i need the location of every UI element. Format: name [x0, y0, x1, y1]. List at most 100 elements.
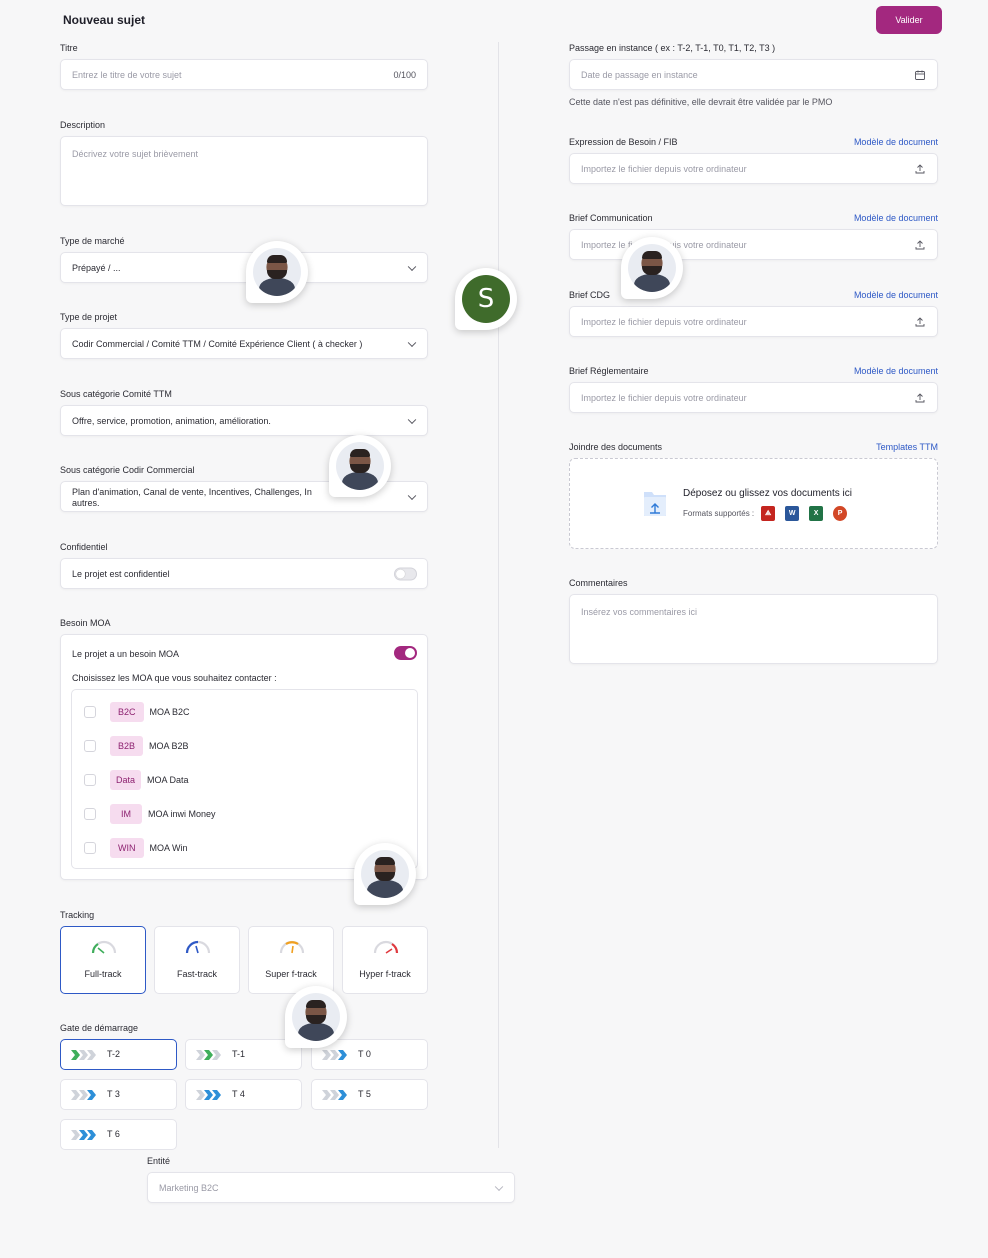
gate-option-t6[interactable]: T 6: [60, 1119, 177, 1150]
besoin-moa-label: Besoin MOA: [60, 618, 111, 628]
template-link-fib[interactable]: Modèle de document: [854, 137, 938, 147]
commentaires-textarea[interactable]: Insérez vos commentaires ici: [569, 594, 938, 664]
upload-placeholder: Importez le fichier depuis votre ordinat…: [581, 317, 747, 327]
sous-cat-codir-label: Sous catégorie Codir Commercial: [60, 465, 195, 475]
moa-checkbox[interactable]: [84, 842, 96, 854]
excel-icon: X: [809, 506, 824, 521]
besoin-moa-panel: Le projet a un besoin MOA Choisissez les…: [60, 634, 428, 880]
titre-input[interactable]: Entrez le titre de votre sujet 0/100: [60, 59, 428, 90]
confidentiel-label: Confidentiel: [60, 542, 108, 552]
collaborator-avatar[interactable]: [329, 435, 391, 497]
collaborator-avatar-initial[interactable]: S: [455, 268, 517, 330]
besoin-moa-toggle[interactable]: [394, 646, 417, 660]
chevron-down-icon: [407, 415, 417, 424]
gate-option-t-2[interactable]: T-2: [60, 1039, 177, 1070]
moa-list: B2C MOA B2C B2B MOA B2B Data MOA Data IM…: [71, 689, 418, 869]
upload-field-cdg[interactable]: Importez le fichier depuis votre ordinat…: [569, 306, 938, 337]
upload-label-communication: Brief Communication: [569, 213, 653, 223]
upload-icon[interactable]: [915, 163, 925, 174]
moa-item-b2b[interactable]: B2B MOA B2B: [84, 736, 189, 756]
gate-label: Gate de démarrage: [60, 1023, 139, 1033]
moa-item-b2c[interactable]: B2C MOA B2C: [84, 702, 190, 722]
moa-item-win[interactable]: WIN MOA Win: [84, 838, 188, 858]
sous-cat-codir-value-line2: autres.: [72, 498, 100, 508]
collaborator-avatar[interactable]: [246, 241, 308, 303]
entite-label: Entité: [147, 1156, 171, 1166]
moa-checkbox[interactable]: [84, 740, 96, 752]
chevrons-icon: [71, 1090, 96, 1100]
moa-checkbox[interactable]: [84, 706, 96, 718]
file-dropzone[interactable]: Déposez ou glissez vos documents ici For…: [569, 458, 938, 549]
chevrons-icon: [71, 1130, 96, 1140]
titre-label: Titre: [60, 43, 78, 53]
sous-cat-ttm-select[interactable]: Offre, service, promotion, animation, am…: [60, 405, 428, 436]
moa-checkbox[interactable]: [84, 774, 96, 786]
powerpoint-icon: P: [833, 506, 848, 521]
sous-cat-codir-value-line1: Plan d'animation, Canal de vente, Incent…: [72, 487, 312, 497]
calendar-icon[interactable]: [915, 70, 925, 80]
confidentiel-field: Le projet est confidentiel: [60, 558, 428, 589]
type-marche-select[interactable]: Prépayé / ...: [60, 252, 428, 283]
passage-placeholder: Date de passage en instance: [581, 70, 698, 80]
upload-icon[interactable]: [915, 392, 925, 403]
moa-name: MOA Data: [147, 775, 189, 785]
joindre-label: Joindre des documents: [569, 442, 663, 452]
tracking-option-label: Super f-track: [265, 969, 317, 979]
gauge-icon: [373, 940, 399, 954]
upload-icon[interactable]: [915, 316, 925, 327]
entite-select[interactable]: Marketing B2C: [147, 1172, 515, 1203]
sous-cat-ttm-value: Offre, service, promotion, animation, am…: [72, 416, 271, 426]
upload-field-reglementaire[interactable]: Importez le fichier depuis votre ordinat…: [569, 382, 938, 413]
avatar-initial: S: [462, 275, 510, 323]
gate-option-label: T 0: [358, 1049, 371, 1059]
moa-name: MOA B2B: [149, 741, 189, 751]
upload-placeholder: Importez le fichier depuis votre ordinat…: [581, 164, 747, 174]
gate-option-t5[interactable]: T 5: [311, 1079, 428, 1110]
moa-badge: B2B: [110, 736, 144, 756]
type-projet-select[interactable]: Codir Commercial / Comité TTM / Comité E…: [60, 328, 428, 359]
template-link-communication[interactable]: Modèle de document: [854, 213, 938, 223]
gate-option-label: T-2: [107, 1049, 121, 1059]
tracking-option-hyper[interactable]: Hyper f-track: [342, 926, 428, 994]
besoin-moa-text: Le projet a un besoin MOA: [72, 649, 180, 659]
moa-badge: Data: [110, 770, 142, 790]
upload-field-fib[interactable]: Importez le fichier depuis votre ordinat…: [569, 153, 938, 184]
tracking-option-label: Hyper f-track: [359, 969, 411, 979]
type-projet-label: Type de projet: [60, 312, 118, 322]
confidentiel-toggle[interactable]: [394, 567, 417, 580]
confidentiel-text: Le projet est confidentiel: [72, 569, 170, 579]
tracking-option-super[interactable]: Super f-track: [248, 926, 334, 994]
tracking-option-full[interactable]: Full-track: [60, 926, 146, 994]
moa-item-data[interactable]: Data MOA Data: [84, 770, 189, 790]
upload-icon[interactable]: [915, 239, 925, 250]
chevrons-icon: [71, 1050, 96, 1060]
collaborator-avatar[interactable]: [621, 237, 683, 299]
chevron-down-icon: [407, 338, 417, 347]
moa-checkbox[interactable]: [84, 808, 96, 820]
formats-label: Formats supportés :: [683, 509, 755, 518]
gate-option-t4[interactable]: T 4: [185, 1079, 302, 1110]
passage-date-input[interactable]: Date de passage en instance: [569, 59, 938, 90]
passage-hint: Cette date n'est pas définitive, elle de…: [569, 97, 833, 107]
type-marche-label: Type de marché: [60, 236, 125, 246]
description-textarea[interactable]: Décrivez votre sujet brièvement: [60, 136, 428, 206]
upload-label-fib: Expression de Besoin / FIB: [569, 137, 678, 147]
templates-ttm-link[interactable]: Templates TTM: [876, 442, 938, 452]
sous-cat-ttm-label: Sous catégorie Comité TTM: [60, 389, 172, 399]
moa-badge: B2C: [110, 702, 144, 722]
template-link-reglementaire[interactable]: Modèle de document: [854, 366, 938, 376]
moa-name: MOA Win: [149, 843, 188, 853]
moa-item-im[interactable]: IM MOA inwi Money: [84, 804, 216, 824]
moa-badge: WIN: [110, 838, 144, 858]
template-link-cdg[interactable]: Modèle de document: [854, 290, 938, 300]
gate-option-t3[interactable]: T 3: [60, 1079, 177, 1110]
collaborator-avatar[interactable]: [285, 986, 347, 1048]
tracking-option-fast[interactable]: Fast-track: [154, 926, 240, 994]
tracking-option-label: Fast-track: [176, 969, 217, 979]
gate-option-label: T 3: [107, 1089, 120, 1099]
validate-button[interactable]: Valider: [876, 6, 942, 34]
collaborator-avatar[interactable]: [354, 843, 416, 905]
page-title: Nouveau sujet: [63, 13, 146, 27]
passage-label: Passage en instance ( ex : T-2, T-1, T0,…: [569, 43, 776, 53]
word-icon: W: [785, 506, 800, 521]
